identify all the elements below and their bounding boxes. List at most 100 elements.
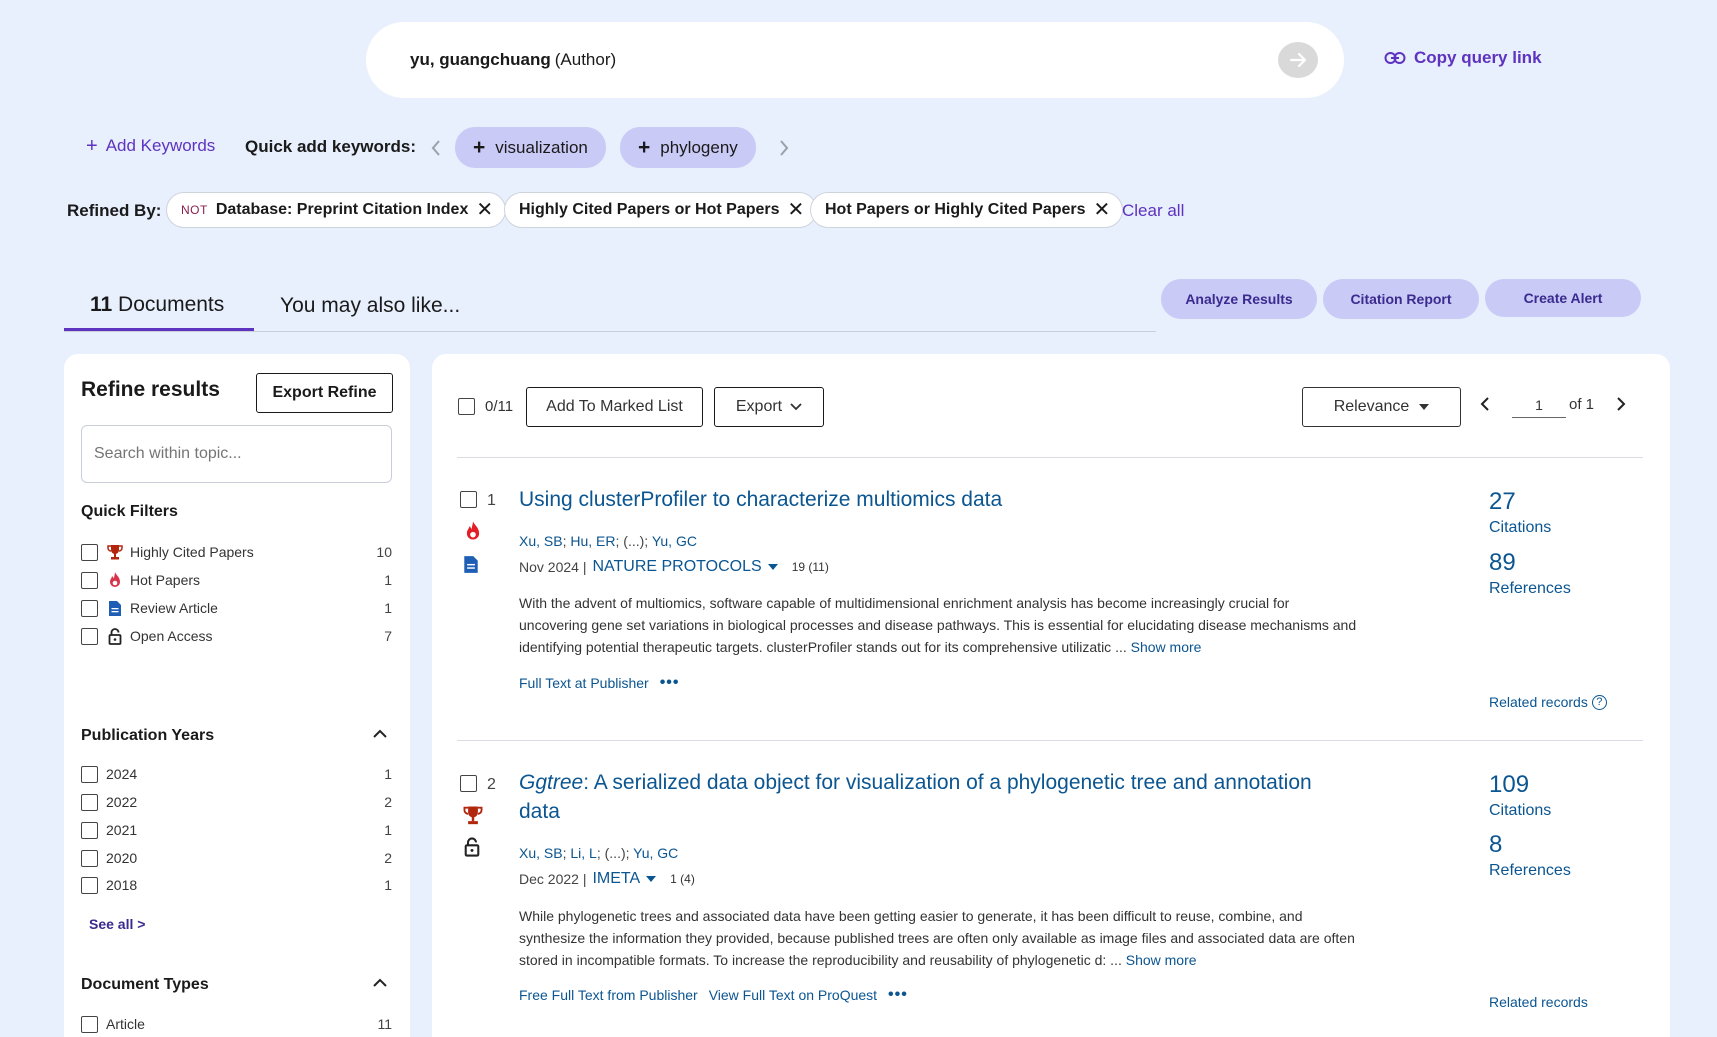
- record-checkbox[interactable]: [460, 491, 477, 508]
- year-filter-2024[interactable]: 2024 1: [81, 764, 392, 784]
- copy-query-link[interactable]: Copy query link: [1384, 48, 1542, 68]
- refine-chip-label: Hot Papers or Highly Cited Papers: [825, 201, 1086, 218]
- checkbox[interactable]: [81, 571, 98, 589]
- author-ellipsis[interactable]: (...): [623, 533, 644, 549]
- tab-you-may-also-like[interactable]: You may also like...: [280, 294, 460, 318]
- checkbox[interactable]: [81, 876, 98, 894]
- help-icon[interactable]: ?: [1591, 694, 1607, 710]
- author-link[interactable]: Xu, SB: [519, 845, 563, 861]
- arrow-right-icon: [1289, 52, 1307, 68]
- checkbox[interactable]: [81, 821, 98, 839]
- year-filter-2018[interactable]: 2018 1: [81, 875, 392, 895]
- quick-filter-hot-papers[interactable]: Hot Papers 1: [81, 570, 392, 590]
- export-refine-button[interactable]: Export Refine: [256, 373, 393, 413]
- record-source: Dec 2022 | IMETA 1 (4): [519, 870, 695, 888]
- author-link[interactable]: Xu, SB: [519, 533, 563, 549]
- references-label[interactable]: References: [1489, 580, 1571, 598]
- selected-count: 0/11: [485, 398, 514, 415]
- caret-down-icon[interactable]: [767, 564, 778, 570]
- close-icon[interactable]: ✕: [476, 200, 493, 220]
- checkbox[interactable]: [81, 627, 98, 645]
- year-label: 2022: [106, 794, 138, 810]
- close-icon[interactable]: ✕: [788, 200, 805, 220]
- close-icon[interactable]: ✕: [1094, 200, 1111, 220]
- references-count[interactable]: 89: [1489, 549, 1516, 577]
- record-title-link[interactable]: Ggtree: A serialized data object for vis…: [519, 768, 1339, 826]
- checkbox[interactable]: [81, 793, 98, 811]
- checkbox[interactable]: [81, 543, 98, 561]
- more-options-icon[interactable]: •••: [660, 674, 680, 692]
- chevron-left-icon[interactable]: [430, 138, 442, 158]
- quick-filters-title: Quick Filters: [81, 503, 178, 520]
- full-text-publisher-link[interactable]: Full Text at Publisher: [519, 675, 649, 691]
- search-within-topic-input[interactable]: [81, 425, 392, 483]
- related-records-link[interactable]: Related records ?: [1489, 694, 1607, 710]
- lock-icon: [464, 837, 480, 857]
- related-records-label: Related records: [1489, 994, 1588, 1010]
- author-link[interactable]: Yu, GC: [652, 533, 697, 549]
- create-alert-button[interactable]: Create Alert: [1485, 279, 1641, 317]
- references-label[interactable]: References: [1489, 862, 1571, 880]
- page-number-input[interactable]: [1512, 392, 1566, 418]
- export-button[interactable]: Export: [714, 387, 824, 427]
- author-ellipsis[interactable]: (...): [605, 845, 626, 861]
- view-full-text-proquest-link[interactable]: View Full Text on ProQuest: [709, 987, 877, 1003]
- year-filter-2022[interactable]: 2022 2: [81, 792, 392, 812]
- add-keywords-button[interactable]: + Add Keywords: [86, 136, 215, 156]
- doc-type-filter-article[interactable]: Article 11: [81, 1014, 392, 1034]
- checkbox[interactable]: [81, 765, 98, 783]
- year-filter-2020[interactable]: 2020 2: [81, 848, 392, 868]
- checkbox[interactable]: [81, 1015, 98, 1033]
- more-options-icon[interactable]: •••: [888, 986, 908, 1004]
- related-records-link[interactable]: Related records: [1489, 994, 1588, 1010]
- record-checkbox[interactable]: [460, 775, 477, 792]
- chevron-up-icon[interactable]: [372, 728, 388, 740]
- chevron-right-icon[interactable]: [1616, 396, 1626, 412]
- citations-count[interactable]: 109: [1489, 771, 1529, 799]
- keyword-chip-phylogeny[interactable]: + phylogeny: [620, 127, 756, 168]
- search-submit-button[interactable]: [1278, 42, 1318, 78]
- copy-query-link-label: Copy query link: [1414, 48, 1542, 67]
- year-count: 2: [384, 794, 392, 810]
- free-full-text-publisher-link[interactable]: Free Full Text from Publisher: [519, 987, 698, 1003]
- tabs-divider: [64, 331, 1156, 332]
- citations-label[interactable]: Citations: [1489, 519, 1551, 537]
- chevron-up-icon[interactable]: [372, 977, 388, 989]
- journal-link[interactable]: IMETA: [592, 870, 640, 888]
- journal-link[interactable]: NATURE PROTOCOLS: [592, 558, 761, 576]
- show-more-link[interactable]: Show more: [1131, 639, 1202, 655]
- author-link[interactable]: Li, L: [570, 845, 596, 861]
- flame-icon: [106, 571, 124, 589]
- year-filter-2021[interactable]: 2021 1: [81, 820, 392, 840]
- chevron-right-icon[interactable]: [778, 138, 790, 158]
- year-count: 1: [384, 822, 392, 838]
- citations-count[interactable]: 27: [1489, 488, 1516, 516]
- analyze-results-button[interactable]: Analyze Results: [1161, 279, 1317, 319]
- show-more-link[interactable]: Show more: [1126, 952, 1197, 968]
- citation-report-button[interactable]: Citation Report: [1323, 279, 1479, 319]
- select-all-checkbox[interactable]: [458, 398, 475, 415]
- record-number: 2: [487, 776, 496, 793]
- references-count[interactable]: 8: [1489, 831, 1502, 859]
- tab-documents[interactable]: 11 Documents: [90, 293, 224, 317]
- citations-label[interactable]: Citations: [1489, 802, 1551, 820]
- keyword-chip-visualization[interactable]: + visualization: [455, 127, 606, 168]
- author-link[interactable]: Yu, GC: [633, 845, 678, 861]
- quick-filter-highly-cited[interactable]: Highly Cited Papers 10: [81, 542, 392, 562]
- author-link[interactable]: Hu, ER: [570, 533, 615, 549]
- quick-filter-open-access[interactable]: Open Access 7: [81, 626, 392, 646]
- quick-filter-count: 1: [384, 572, 392, 588]
- chevron-left-icon[interactable]: [1480, 396, 1490, 412]
- quick-filter-review-article[interactable]: Review Article 1: [81, 598, 392, 618]
- clear-all-link[interactable]: Clear all: [1122, 201, 1184, 221]
- checkbox[interactable]: [81, 599, 98, 617]
- checkbox[interactable]: [81, 849, 98, 867]
- search-query-bar[interactable]: yu, guangchuang (Author): [366, 22, 1344, 98]
- caret-down-icon[interactable]: [646, 876, 657, 882]
- see-all-years-link[interactable]: See all >: [89, 916, 145, 932]
- refined-by-label: Refined By:: [67, 201, 162, 220]
- record-title-link[interactable]: Using clusterProfiler to characterize mu…: [519, 485, 1002, 514]
- sort-select[interactable]: Relevance: [1302, 387, 1461, 427]
- export-label: Export: [735, 398, 783, 415]
- add-to-marked-list-button[interactable]: Add To Marked List: [526, 387, 703, 427]
